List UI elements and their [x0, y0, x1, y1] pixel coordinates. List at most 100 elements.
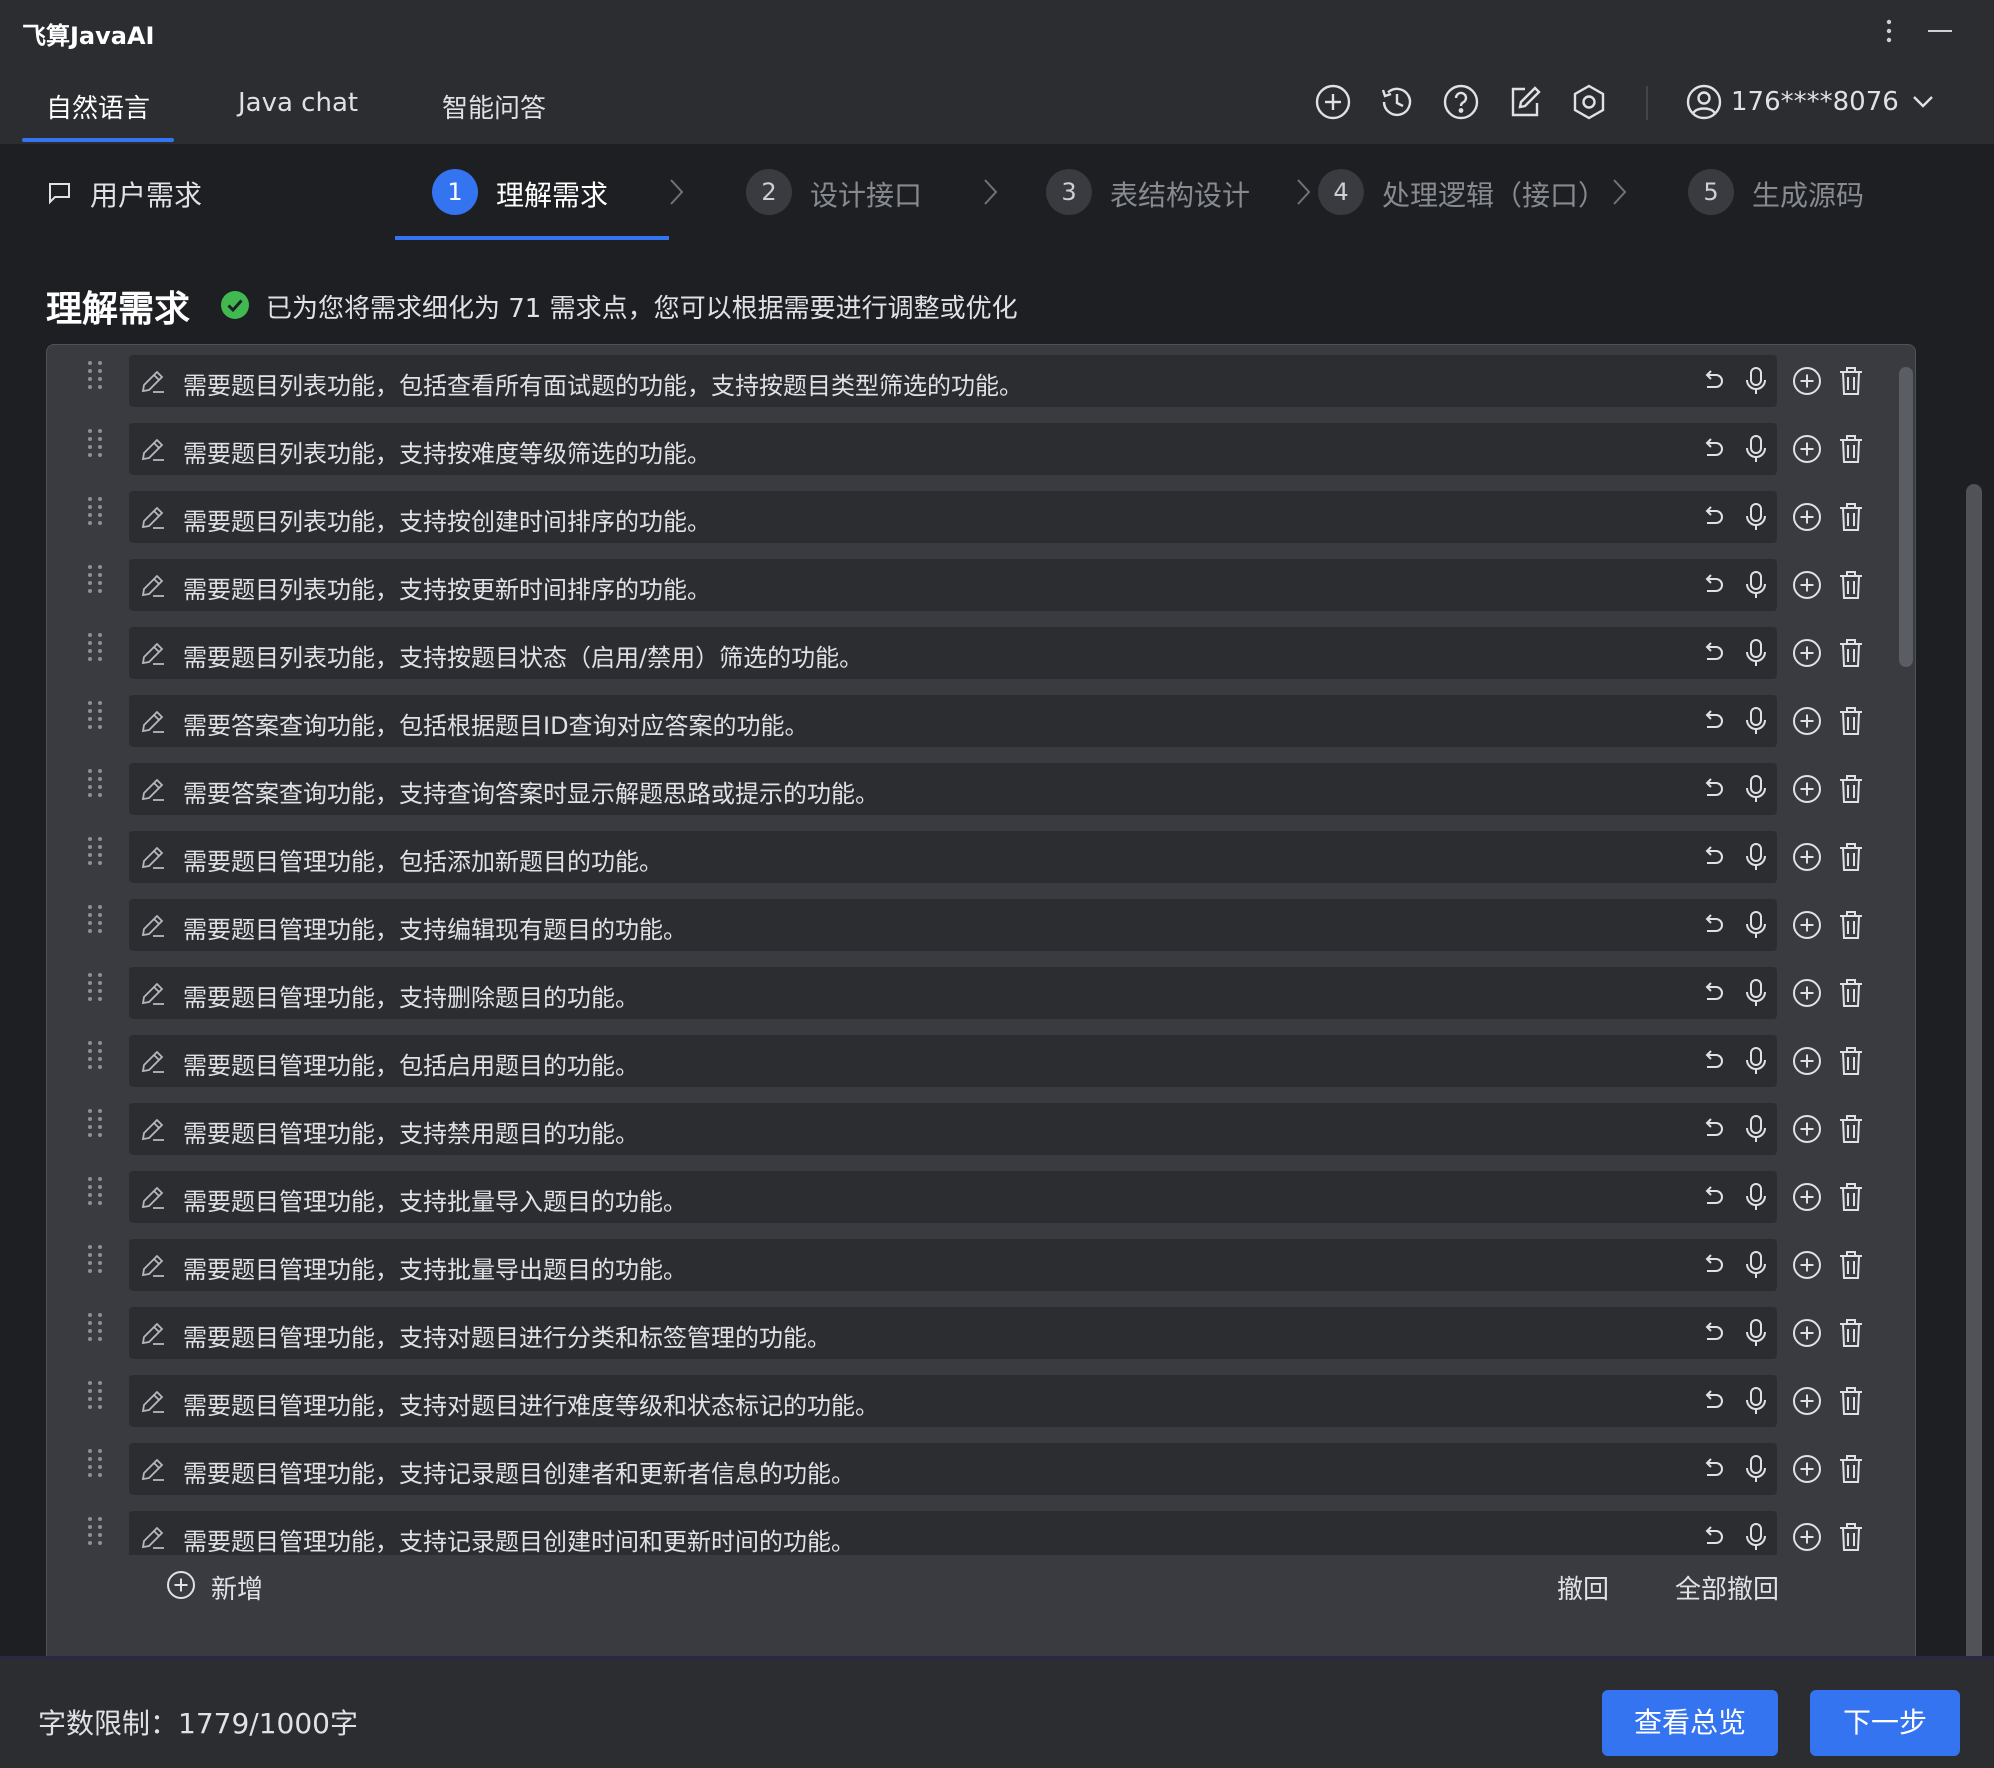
- edit-icon[interactable]: [139, 1455, 167, 1483]
- add-circle-icon[interactable]: [1791, 1453, 1823, 1485]
- microphone-icon[interactable]: [1742, 705, 1770, 737]
- add-circle-icon[interactable]: [1791, 1113, 1823, 1145]
- user-account[interactable]: 176****8076: [1731, 87, 1899, 117]
- drag-handle-icon[interactable]: [85, 1515, 105, 1549]
- history-icon[interactable]: [1377, 82, 1417, 122]
- microphone-icon[interactable]: [1742, 569, 1770, 601]
- drag-handle-icon[interactable]: [85, 495, 105, 529]
- step-2-label[interactable]: 设计接口: [810, 174, 922, 214]
- requirements-list[interactable]: 需要题目列表功能，包括查看所有面试题的功能，支持按题目类型筛选的功能。需要题目列…: [47, 355, 1917, 1555]
- undo-icon[interactable]: [1699, 503, 1727, 531]
- edit-icon[interactable]: [139, 911, 167, 939]
- step-5-number[interactable]: 5: [1688, 169, 1734, 215]
- step-4-label[interactable]: 处理逻辑（接口）: [1382, 174, 1606, 214]
- edit-icon[interactable]: [139, 1319, 167, 1347]
- requirement-item[interactable]: 需要题目列表功能，支持按创建时间排序的功能。: [129, 491, 1777, 543]
- microphone-icon[interactable]: [1742, 909, 1770, 941]
- help-icon[interactable]: [1441, 82, 1481, 122]
- trash-icon[interactable]: [1837, 569, 1865, 601]
- undo-icon[interactable]: [1699, 1047, 1727, 1075]
- undo-icon[interactable]: [1699, 1251, 1727, 1279]
- edit-icon[interactable]: [139, 1183, 167, 1211]
- requirement-item[interactable]: 需要题目列表功能，包括查看所有面试题的功能，支持按题目类型筛选的功能。: [129, 355, 1777, 407]
- edit-icon[interactable]: [139, 435, 167, 463]
- undo-icon[interactable]: [1699, 1387, 1727, 1415]
- microphone-icon[interactable]: [1742, 1249, 1770, 1281]
- view-overview-button[interactable]: 查看总览: [1602, 1690, 1778, 1756]
- drag-handle-icon[interactable]: [85, 1379, 105, 1413]
- microphone-icon[interactable]: [1742, 637, 1770, 669]
- add-circle-icon[interactable]: [1791, 365, 1823, 397]
- add-circle-icon[interactable]: [1791, 501, 1823, 533]
- undo-icon[interactable]: [1699, 435, 1727, 463]
- user-avatar-icon[interactable]: [1684, 82, 1724, 122]
- drag-handle-icon[interactable]: [85, 1175, 105, 1209]
- requirement-item[interactable]: 需要题目列表功能，支持按题目状态（启用/禁用）筛选的功能。: [129, 627, 1777, 679]
- minimize-icon[interactable]: [1925, 16, 1955, 46]
- step-5-label[interactable]: 生成源码: [1752, 174, 1864, 214]
- undo-icon[interactable]: [1699, 639, 1727, 667]
- page-scrollbar[interactable]: [1966, 484, 1982, 1756]
- requirement-text[interactable]: 需要题目管理功能，支持编辑现有题目的功能。: [183, 910, 687, 945]
- microphone-icon[interactable]: [1742, 1317, 1770, 1349]
- add-circle-icon[interactable]: [1791, 1045, 1823, 1077]
- drag-handle-icon[interactable]: [85, 699, 105, 733]
- requirement-text[interactable]: 需要题目管理功能，支持批量导入题目的功能。: [183, 1182, 687, 1217]
- microphone-icon[interactable]: [1742, 433, 1770, 465]
- requirement-text[interactable]: 需要题目列表功能，支持按创建时间排序的功能。: [183, 502, 711, 537]
- trash-icon[interactable]: [1837, 1521, 1865, 1553]
- undo-icon[interactable]: [1699, 707, 1727, 735]
- requirement-text[interactable]: 需要答案查询功能，包括根据题目ID查询对应答案的功能。: [183, 706, 809, 741]
- undo-icon[interactable]: [1699, 1523, 1727, 1551]
- microphone-icon[interactable]: [1742, 1453, 1770, 1485]
- trash-icon[interactable]: [1837, 1181, 1865, 1213]
- trash-icon[interactable]: [1837, 1249, 1865, 1281]
- requirement-item[interactable]: 需要题目管理功能，支持对题目进行难度等级和状态标记的功能。: [129, 1375, 1777, 1427]
- undo-icon[interactable]: [1699, 571, 1727, 599]
- add-circle-icon[interactable]: [1791, 1317, 1823, 1349]
- requirement-item[interactable]: 需要题目管理功能，包括添加新题目的功能。: [129, 831, 1777, 883]
- requirement-text[interactable]: 需要答案查询功能，支持查询答案时显示解题思路或提示的功能。: [183, 774, 879, 809]
- add-circle-icon[interactable]: [1791, 637, 1823, 669]
- add-circle-icon[interactable]: [1791, 1181, 1823, 1213]
- add-circle-icon[interactable]: [1313, 82, 1353, 122]
- microphone-icon[interactable]: [1742, 1113, 1770, 1145]
- trash-icon[interactable]: [1837, 841, 1865, 873]
- trash-icon[interactable]: [1837, 433, 1865, 465]
- requirement-item[interactable]: 需要题目管理功能，支持批量导出题目的功能。: [129, 1239, 1777, 1291]
- settings-icon[interactable]: [1569, 82, 1609, 122]
- add-circle-icon[interactable]: [1791, 433, 1823, 465]
- edit-icon[interactable]: [139, 979, 167, 1007]
- drag-handle-icon[interactable]: [85, 1311, 105, 1345]
- trash-icon[interactable]: [1837, 637, 1865, 669]
- add-circle-icon[interactable]: [1791, 1521, 1823, 1553]
- requirement-text[interactable]: 需要题目列表功能，支持按难度等级筛选的功能。: [183, 434, 711, 469]
- edit-icon[interactable]: [139, 775, 167, 803]
- requirement-text[interactable]: 需要题目列表功能，包括查看所有面试题的功能，支持按题目类型筛选的功能。: [183, 366, 1023, 401]
- requirement-item[interactable]: 需要题目管理功能，支持记录题目创建者和更新者信息的功能。: [129, 1443, 1777, 1495]
- requirement-item[interactable]: 需要题目管理功能，支持对题目进行分类和标签管理的功能。: [129, 1307, 1777, 1359]
- requirement-text[interactable]: 需要题目管理功能，支持对题目进行难度等级和状态标记的功能。: [183, 1386, 879, 1421]
- add-circle-icon[interactable]: [1791, 977, 1823, 1009]
- add-circle-icon[interactable]: [1791, 841, 1823, 873]
- add-circle-icon[interactable]: [1791, 1249, 1823, 1281]
- requirement-item[interactable]: 需要答案查询功能，包括根据题目ID查询对应答案的功能。: [129, 695, 1777, 747]
- microphone-icon[interactable]: [1742, 841, 1770, 873]
- microphone-icon[interactable]: [1742, 1045, 1770, 1077]
- chevron-down-icon[interactable]: [1908, 84, 1938, 120]
- requirement-text[interactable]: 需要题目管理功能，支持记录题目创建者和更新者信息的功能。: [183, 1454, 855, 1489]
- edit-icon[interactable]: [139, 1387, 167, 1415]
- microphone-icon[interactable]: [1742, 1181, 1770, 1213]
- drag-handle-icon[interactable]: [85, 1039, 105, 1073]
- requirement-text[interactable]: 需要题目管理功能，包括启用题目的功能。: [183, 1046, 639, 1081]
- edit-icon[interactable]: [139, 1251, 167, 1279]
- more-options-icon[interactable]: [1874, 16, 1904, 46]
- undo-icon[interactable]: [1699, 1183, 1727, 1211]
- requirement-text[interactable]: 需要题目管理功能，包括添加新题目的功能。: [183, 842, 663, 877]
- drag-handle-icon[interactable]: [85, 1107, 105, 1141]
- microphone-icon[interactable]: [1742, 977, 1770, 1009]
- step-3-number[interactable]: 3: [1046, 169, 1092, 215]
- add-circle-icon[interactable]: [1791, 909, 1823, 941]
- edit-note-icon[interactable]: [1505, 82, 1545, 122]
- trash-icon[interactable]: [1837, 1453, 1865, 1485]
